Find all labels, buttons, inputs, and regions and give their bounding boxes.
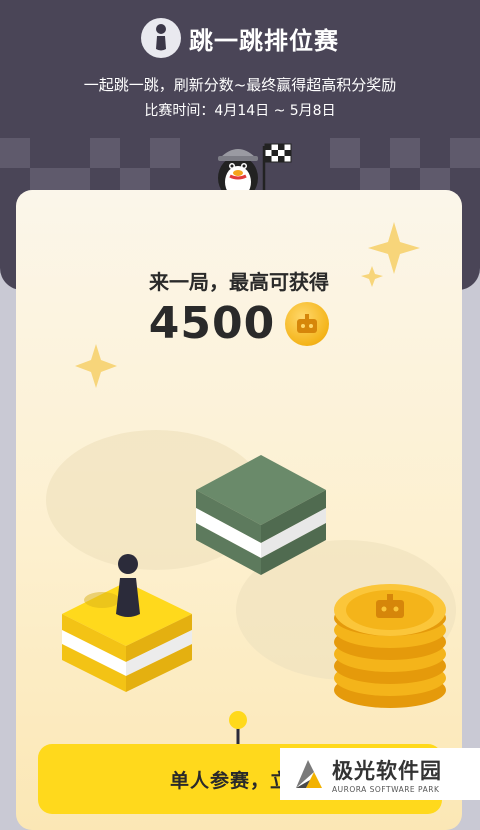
reward-card: 来一局，最高可获得 4500 (16, 190, 462, 830)
event-dates: 比赛时间：4月14日 ~ 5月8日 (144, 103, 336, 119)
penguin-mascot-icon (218, 143, 292, 198)
watermark-brand-en: AURORA SOFTWARE PARK (332, 784, 440, 794)
page-title: 跳一跳排位赛 (189, 26, 339, 55)
jump-game-logo-icon (141, 18, 181, 58)
score-row: 4500 (16, 298, 462, 349)
max-score: 4500 (148, 298, 276, 349)
robot-coin-icon (285, 301, 330, 346)
coin-stack-icon (334, 584, 446, 708)
sparkle-left-icon (75, 344, 117, 388)
watermark: 极光软件园 AURORA SOFTWARE PARK (280, 748, 480, 800)
yellow-ball-icon (229, 711, 247, 746)
watermark-brand-cn: 极光软件园 (332, 758, 442, 783)
title-row: 跳一跳排位赛 (0, 16, 480, 60)
aurora-logo-icon (296, 760, 322, 788)
player-piece-icon (116, 554, 140, 617)
event-subtitle: 一起跳一跳，刷新分数~最终赢得超高积分奖励 (83, 76, 397, 94)
reward-headline: 来一局，最高可获得 (149, 270, 329, 294)
